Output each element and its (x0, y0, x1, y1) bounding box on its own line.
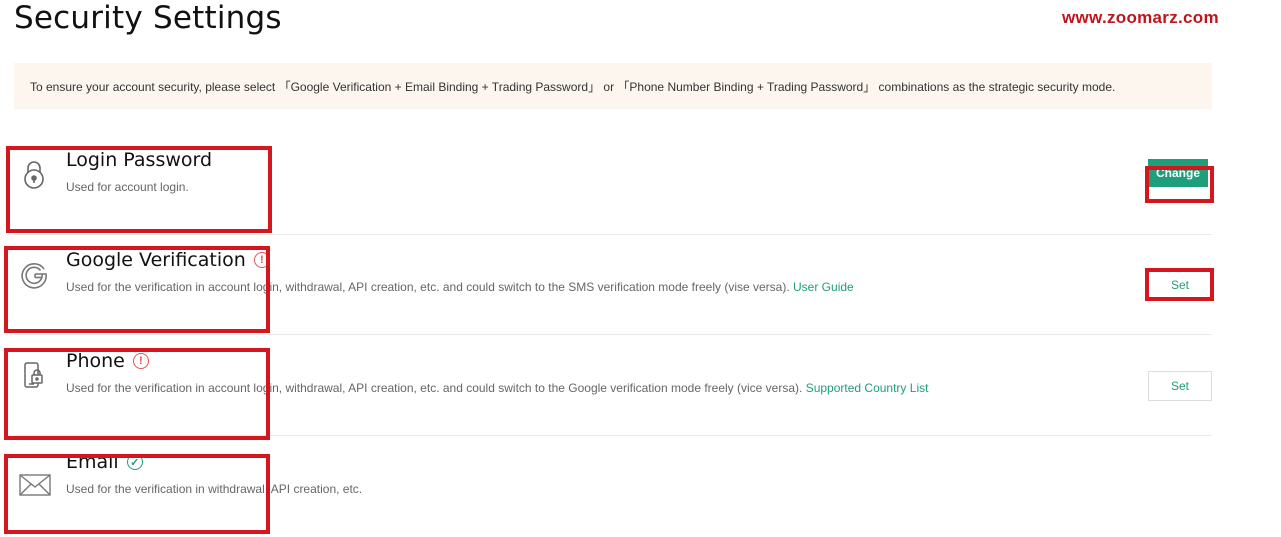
item-title: Google Verification ! (66, 249, 270, 271)
supported-country-list-link[interactable]: Supported Country List (806, 381, 929, 395)
item-description: Used for the verification in withdrawal,… (66, 482, 362, 496)
page-title: Security Settings (14, 0, 282, 36)
item-title-text: Email (66, 451, 119, 473)
warning-icon: ! (132, 353, 149, 369)
phone-lock-icon (19, 360, 49, 390)
security-item-email: Email ✓ Used for the verification in wit… (14, 437, 1212, 537)
item-title: Phone ! (66, 350, 149, 372)
security-item-login-password: Login Password Used for account login. C… (14, 135, 1212, 235)
item-description: Used for account login. (66, 180, 189, 194)
item-title: Email ✓ (66, 451, 143, 473)
item-title-text: Login Password (66, 149, 213, 171)
user-guide-link[interactable]: User Guide (793, 280, 854, 294)
security-notice-text: To ensure your account security, please … (30, 79, 1116, 94)
item-description-text: Used for account login. (66, 180, 189, 194)
set-google-verification-button[interactable]: Set (1148, 271, 1212, 299)
item-title-text: Phone (66, 350, 125, 372)
padlock-icon (19, 159, 49, 189)
item-description-text: Used for the verification in withdrawal,… (66, 482, 363, 496)
item-title-text: Google Verification (66, 249, 246, 271)
warning-icon: ! (253, 252, 270, 268)
item-description-text: Used for the verification in account log… (66, 381, 803, 395)
security-item-google-verification: Google Verification ! Used for the verif… (14, 235, 1212, 335)
change-password-button[interactable]: Change (1148, 159, 1208, 187)
envelope-icon (19, 473, 51, 503)
security-item-phone: Phone ! Used for the verification in acc… (14, 336, 1212, 436)
check-circle-icon: ✓ (126, 454, 143, 470)
item-description: Used for the verification in account log… (66, 280, 854, 294)
item-description: Used for the verification in account log… (66, 381, 928, 395)
security-notice: To ensure your account security, please … (14, 63, 1212, 109)
set-phone-button[interactable]: Set (1148, 371, 1212, 401)
item-description-text: Used for the verification in account log… (66, 280, 790, 294)
item-title: Login Password (66, 149, 212, 171)
watermark: www.zoomarz.com (1062, 8, 1219, 27)
google-g-icon (19, 259, 49, 289)
